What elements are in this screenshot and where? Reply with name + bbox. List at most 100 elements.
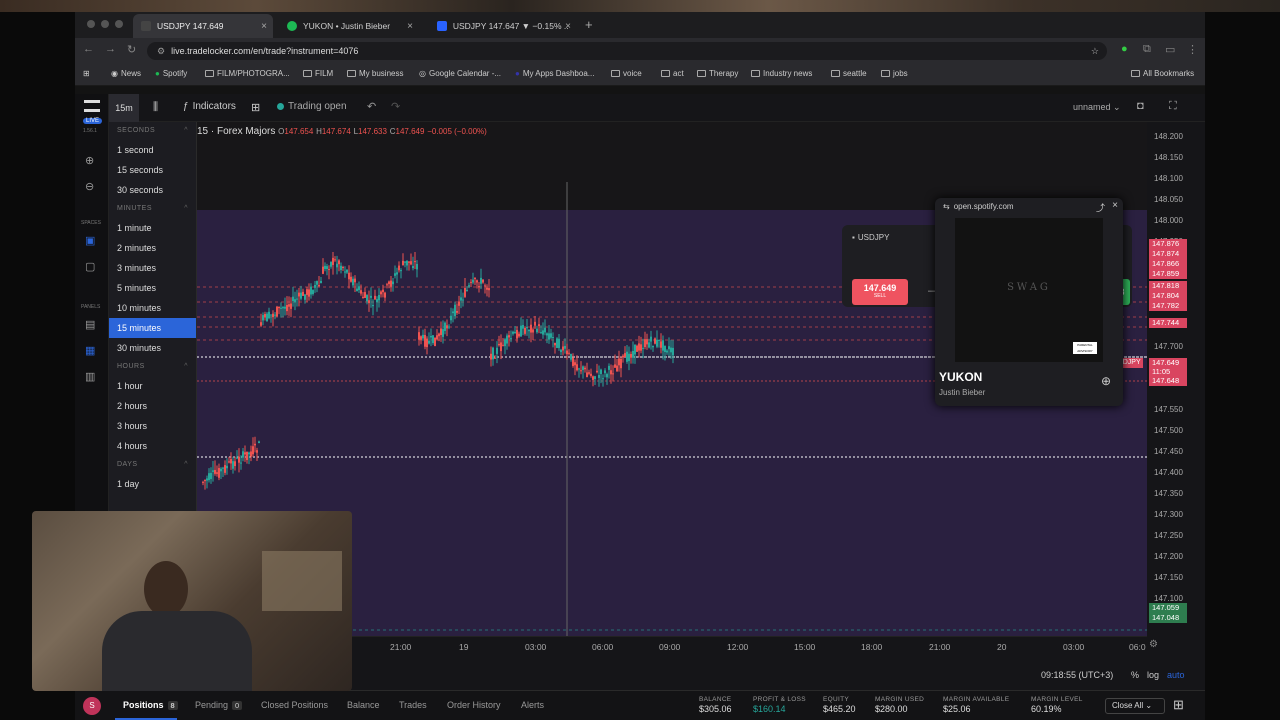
extension-grammarly-icon[interactable]: ● (1121, 43, 1128, 55)
bottom-tab[interactable]: Trades (399, 700, 427, 710)
timeframe-option[interactable]: 5 minutes (109, 278, 196, 298)
timeframe-option[interactable]: 30 seconds (109, 180, 196, 200)
fullscreen-icon[interactable]: ⛶ (1169, 100, 1177, 113)
sidebar-icon[interactable]: ▭ (1165, 43, 1175, 56)
timeframe-option[interactable]: 1 hour (109, 376, 196, 396)
bookmark-film-photo[interactable]: FILM/PHOTOGRA... (205, 69, 290, 78)
bookmark-therapy[interactable]: Therapy (697, 69, 738, 78)
window-controls[interactable] (87, 20, 123, 28)
timeframe-option[interactable]: 2 hours (109, 396, 196, 416)
candle-body (318, 284, 320, 287)
close-all-label: Close All (1112, 701, 1144, 710)
bookmark-voice[interactable]: voice (611, 69, 642, 78)
timeframe-option[interactable]: 2 minutes (109, 238, 196, 258)
url-field[interactable]: ⚙ live.tradelocker.com/en/trade?instrumen… (147, 42, 1107, 60)
bottom-tab-label: Trades (399, 700, 427, 710)
timeframe-option[interactable]: 15 seconds (109, 160, 196, 180)
candle-body (252, 446, 254, 455)
bookmark-act[interactable]: act (661, 69, 684, 78)
price-tag: 147.048 (1149, 613, 1187, 623)
bottom-tab[interactable]: Pending 0 (195, 700, 243, 710)
timeframe-option[interactable]: 1 minute (109, 218, 196, 238)
site-info-icon[interactable]: ⚙ (157, 46, 165, 57)
bottom-tab[interactable]: Alerts (521, 700, 544, 710)
space-2-icon[interactable]: ▢ (85, 260, 95, 273)
timeframe-option[interactable]: 3 hours (109, 416, 196, 436)
timeframe-option[interactable]: 1 day (109, 474, 196, 494)
close-tab-icon[interactable]: × (407, 21, 413, 32)
browser-tab-usdjpy[interactable]: USDJPY 147.649 × (133, 14, 273, 38)
close-tab-icon[interactable]: × (261, 21, 267, 32)
percent-toggle[interactable]: % (1131, 670, 1139, 680)
new-tab-button[interactable]: + (585, 17, 593, 32)
bookmark-google-calendar[interactable]: ◎ Google Calendar -... (419, 69, 501, 78)
bookmark-industry-news[interactable]: Industry news (751, 69, 812, 78)
screen-border-right (1205, 12, 1280, 720)
bookmark-jobs[interactable]: jobs (881, 69, 908, 78)
bottom-tab[interactable]: Balance (347, 700, 380, 710)
timeframe-option[interactable]: 15 minutes (109, 318, 196, 338)
close-all-button[interactable]: Close All ⌄ (1105, 698, 1165, 714)
reload-icon[interactable]: ↻ (127, 43, 136, 56)
layout-grid-icon[interactable]: ⊞ (1173, 697, 1184, 713)
menu-section-header[interactable]: MINUTES (109, 200, 196, 218)
panel-3-icon[interactable]: ▥ (85, 370, 95, 383)
forward-icon[interactable]: → (105, 43, 116, 55)
browser-tab-spotify[interactable]: YUKON • Justin Bieber × (279, 14, 419, 38)
bookmark-film[interactable]: FILM (303, 69, 333, 78)
timeframe-option[interactable]: 10 minutes (109, 298, 196, 318)
timeframe-option[interactable]: 4 hours (109, 436, 196, 456)
settings-gear-icon[interactable]: ⚙ (1149, 639, 1158, 650)
log-toggle[interactable]: log (1147, 670, 1159, 680)
chart-type-icon[interactable]: ⫼ (153, 101, 158, 114)
bottom-tab-label: Order History (447, 700, 501, 710)
bottom-tab[interactable]: Order History (447, 700, 501, 710)
menu-section-header[interactable]: SECONDS (109, 122, 196, 140)
bookmark-seattle[interactable]: seattle (831, 69, 867, 78)
camera-icon[interactable]: ◘ (1137, 100, 1144, 112)
candle-body (450, 315, 452, 321)
bookmark-my-apps[interactable]: ● My Apps Dashboa... (515, 69, 594, 78)
timeframe-button[interactable]: 15m (109, 94, 139, 122)
close-pip-icon[interactable]: × (1112, 200, 1118, 211)
redo-icon[interactable]: ↷ (391, 100, 400, 113)
add-to-library-icon[interactable]: ⊕ (1101, 374, 1111, 388)
bottom-tab[interactable]: Positions 8 (123, 700, 178, 710)
extensions-icon[interactable]: ⧉ (1143, 43, 1151, 56)
panel-2-icon[interactable]: ▦ (85, 344, 95, 357)
close-tab-icon[interactable]: × (565, 21, 571, 32)
zoom-out-icon[interactable]: ⊖ (85, 180, 94, 193)
browser-menu-icon[interactable]: ⋮ (1187, 43, 1198, 56)
candle-body (642, 347, 644, 349)
price-axis[interactable]: 148.200148.150148.100148.050148.000147.9… (1111, 122, 1205, 636)
timeframe-option[interactable]: 30 minutes (109, 338, 196, 358)
apps-grid-icon[interactable]: ⊞ (83, 69, 90, 78)
avatar[interactable]: S (83, 697, 101, 715)
layout-grid-icon[interactable]: ⊞ (251, 101, 260, 114)
auto-toggle[interactable]: auto (1167, 670, 1185, 680)
timeframe-option[interactable]: 1 second (109, 140, 196, 160)
bookmark-star-icon[interactable]: ☆ (1091, 46, 1099, 57)
candle-body (608, 365, 610, 370)
candle-body (492, 347, 494, 360)
menu-section-header[interactable]: HOURS (109, 358, 196, 376)
back-to-tab-icon[interactable]: ⤴ (1096, 201, 1105, 214)
all-bookmarks[interactable]: All Bookmarks (1131, 69, 1194, 78)
timeframe-option[interactable]: 3 minutes (109, 258, 196, 278)
zoom-in-icon[interactable]: ⊕ (85, 154, 94, 167)
menu-section-header[interactable]: DAYS (109, 456, 196, 474)
candle-body (618, 358, 620, 366)
bookmark-spotify[interactable]: ● Spotify (155, 69, 187, 78)
layout-name-select[interactable]: unnamed ⌄ (1073, 102, 1121, 113)
bottom-tab[interactable]: Closed Positions (261, 700, 328, 710)
bookmark-my-business[interactable]: My business (347, 69, 403, 78)
undo-icon[interactable]: ↶ (367, 100, 376, 113)
browser-tab-usdjpy-2[interactable]: USDJPY 147.647 ▼ −0.15% ... × (429, 14, 577, 38)
price-tag: 147.876 (1149, 239, 1187, 249)
sell-button[interactable]: 147.649 SELL (852, 279, 908, 305)
indicators-button[interactable]: ƒ Indicators (183, 101, 236, 112)
bookmark-news[interactable]: ◉ News (111, 69, 141, 78)
panel-1-icon[interactable]: ▤ (85, 318, 95, 331)
back-icon[interactable]: ← (83, 43, 94, 55)
space-chart-icon[interactable]: ▣ (85, 234, 95, 247)
